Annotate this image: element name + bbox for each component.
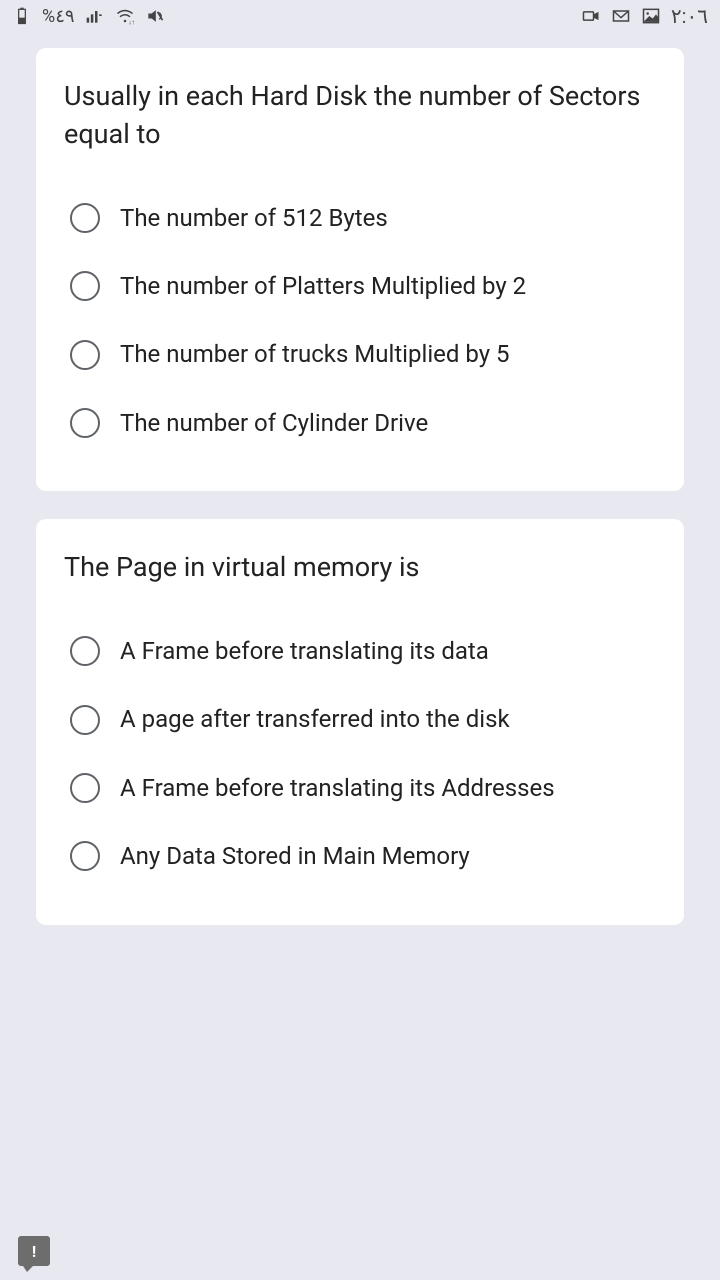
video-icon — [581, 6, 601, 26]
mute-icon — [145, 6, 165, 26]
image-icon — [641, 6, 661, 26]
option-label: The number of trucks Multiplied by 5 — [120, 338, 510, 370]
battery-text: ٤٩% — [42, 6, 75, 27]
radio-icon[interactable] — [70, 773, 100, 803]
gmail-icon — [611, 6, 631, 26]
radio-icon[interactable] — [70, 203, 100, 233]
option-label: A Frame before translating its data — [120, 635, 489, 667]
status-bar: ٤٩% ↓↑ ٢:٠٦ — [0, 0, 720, 32]
option-row[interactable]: A Frame before translating its data — [64, 617, 656, 685]
option-row[interactable]: The number of Platters Multiplied by 2 — [64, 252, 656, 320]
question-card-2: The Page in virtual memory is A Frame be… — [36, 519, 684, 924]
report-problem-button[interactable]: ! — [18, 1236, 50, 1266]
status-right: ٢:٠٦ — [581, 4, 708, 28]
option-row[interactable]: The number of trucks Multiplied by 5 — [64, 320, 656, 388]
question-text-2: The Page in virtual memory is — [64, 549, 656, 587]
radio-icon[interactable] — [70, 705, 100, 735]
option-label: The number of Cylinder Drive — [120, 407, 428, 439]
option-row[interactable]: Any Data Stored in Main Memory — [64, 822, 656, 890]
radio-icon[interactable] — [70, 408, 100, 438]
option-row[interactable]: A Frame before translating its Addresses — [64, 754, 656, 822]
radio-icon[interactable] — [70, 340, 100, 370]
radio-icon[interactable] — [70, 636, 100, 666]
option-row[interactable]: The number of Cylinder Drive — [64, 389, 656, 457]
svg-text:↓↑: ↓↑ — [128, 18, 135, 26]
option-row[interactable]: A page after transferred into the disk — [64, 685, 656, 753]
battery-icon — [12, 6, 32, 26]
status-left: ٤٩% ↓↑ — [12, 6, 165, 27]
option-label: Any Data Stored in Main Memory — [120, 840, 470, 872]
option-label: The number of Platters Multiplied by 2 — [120, 270, 526, 302]
radio-icon[interactable] — [70, 841, 100, 871]
option-label: A Frame before translating its Addresses — [120, 772, 555, 804]
wifi-icon: ↓↑ — [115, 6, 135, 26]
clock-text: ٢:٠٦ — [671, 4, 708, 28]
signal-icon — [85, 6, 105, 26]
option-label: The number of 512 Bytes — [120, 202, 388, 234]
form-content: Usually in each Hard Disk the number of … — [0, 48, 720, 925]
question-text-1: Usually in each Hard Disk the number of … — [64, 78, 656, 154]
exclamation-icon: ! — [32, 1242, 36, 1261]
option-row[interactable]: The number of 512 Bytes — [64, 184, 656, 252]
radio-icon[interactable] — [70, 271, 100, 301]
option-label: A page after transferred into the disk — [120, 703, 510, 735]
question-card-1: Usually in each Hard Disk the number of … — [36, 48, 684, 491]
